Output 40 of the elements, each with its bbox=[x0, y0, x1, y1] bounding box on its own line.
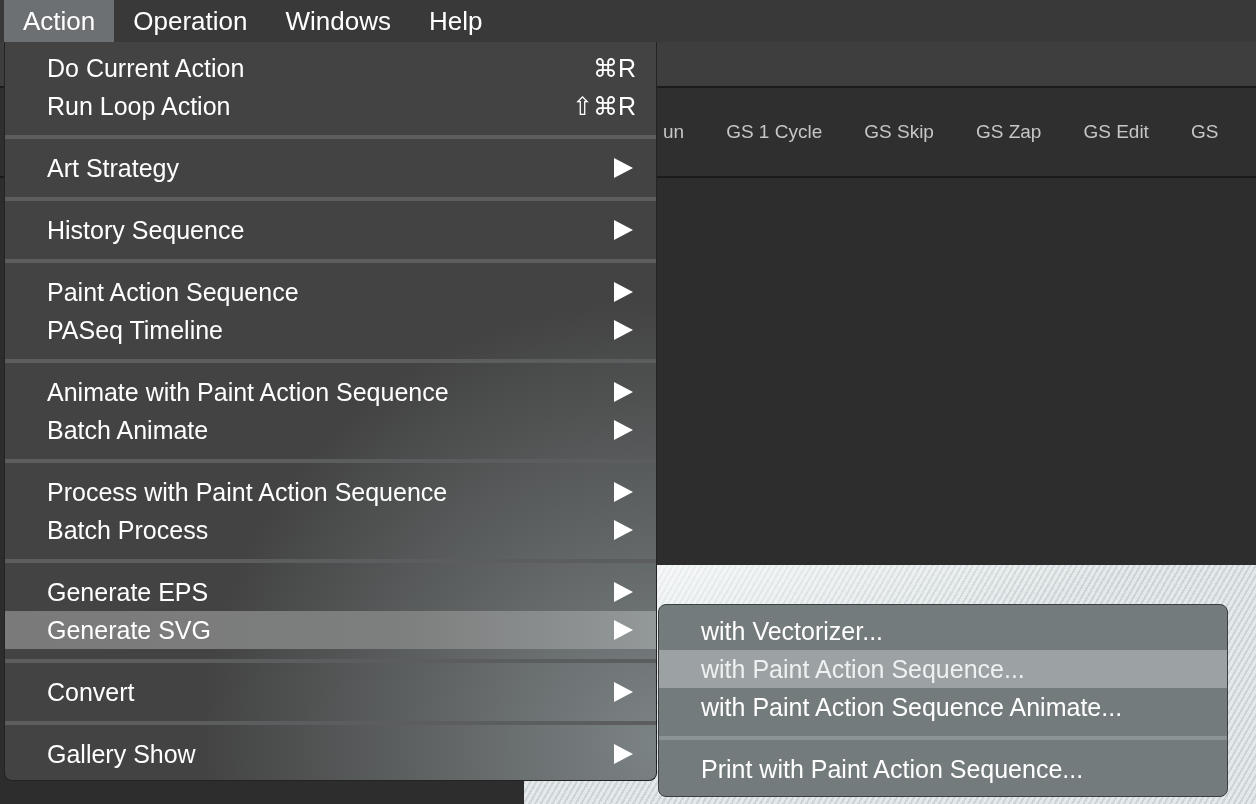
menu-item[interactable]: Convert bbox=[5, 673, 656, 711]
menu-item[interactable]: History Sequence bbox=[5, 211, 656, 249]
submenu-arrow-icon bbox=[614, 220, 633, 240]
menu-item[interactable]: Art Strategy bbox=[5, 149, 656, 187]
submenu-arrow-icon bbox=[614, 482, 633, 502]
menu-item[interactable]: Animate with Paint Action Sequence bbox=[5, 373, 656, 411]
toolbar-button[interactable]: GS bbox=[1190, 121, 1219, 143]
toolbar-button[interactable]: GS Skip bbox=[864, 121, 934, 143]
menu-item[interactable]: Process with Paint Action Sequence bbox=[5, 473, 656, 511]
submenu-arrow-icon bbox=[614, 282, 633, 302]
menu-bar-item[interactable]: Windows bbox=[266, 0, 410, 42]
toolbar-button[interactable]: GS 1 Cycle bbox=[726, 121, 823, 143]
menu-item[interactable]: Batch Animate bbox=[5, 411, 656, 449]
menu-item[interactable]: with Paint Action Sequence Animate... bbox=[659, 688, 1227, 726]
toolbar-button[interactable]: GS Zap bbox=[975, 121, 1042, 143]
menu-item[interactable]: Paint Action Sequence bbox=[5, 273, 656, 311]
menu-bar-item[interactable]: Operation bbox=[114, 0, 267, 42]
submenu-arrow-icon bbox=[614, 420, 633, 440]
submenu-arrow-icon bbox=[614, 682, 633, 702]
submenu-arrow-icon bbox=[614, 582, 633, 602]
keyboard-shortcut: ⌘R bbox=[592, 53, 636, 83]
menu-item[interactable]: Batch Process bbox=[5, 511, 656, 549]
menu-item[interactable]: Gallery Show bbox=[5, 735, 656, 773]
submenu-arrow-icon bbox=[614, 382, 633, 402]
submenu-arrow-icon bbox=[614, 744, 633, 764]
submenu-arrow-icon bbox=[614, 320, 633, 340]
submenu-arrow-icon bbox=[614, 158, 633, 178]
menu-bar-item[interactable]: Help bbox=[409, 0, 502, 42]
menu-item[interactable]: Run Loop Action ⇧⌘R bbox=[5, 87, 656, 125]
toolbar-button[interactable]: GS Edit bbox=[1083, 121, 1149, 143]
menu-bar-item[interactable]: Action bbox=[4, 0, 115, 42]
submenu-arrow-icon bbox=[614, 520, 633, 540]
keyboard-shortcut: ⇧⌘R bbox=[572, 91, 636, 121]
menu-item[interactable]: Print with Paint Action Sequence... bbox=[659, 750, 1227, 788]
submenu-arrow-icon bbox=[614, 620, 633, 640]
toolbar-button[interactable]: un bbox=[663, 121, 685, 143]
menu-item[interactable]: Generate EPS bbox=[5, 573, 656, 611]
menu-item[interactable]: with Vectorizer... bbox=[659, 612, 1227, 650]
menu-item[interactable]: PASeq Timeline bbox=[5, 311, 656, 349]
menu-item[interactable]: Generate SVG bbox=[5, 611, 656, 649]
